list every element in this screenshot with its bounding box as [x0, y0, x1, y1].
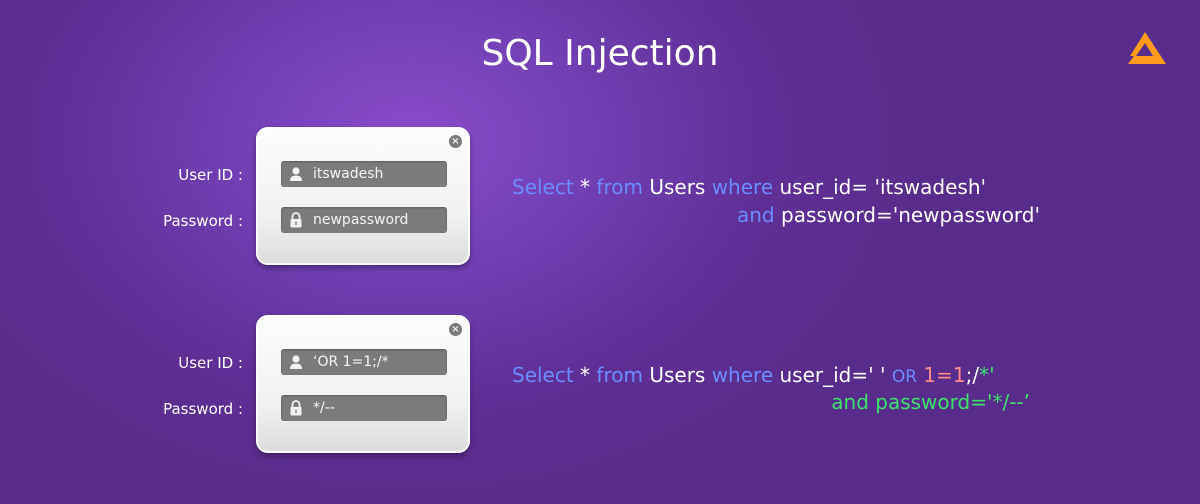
page-title: SQL Injection	[481, 33, 719, 74]
user-icon	[290, 355, 302, 369]
kw-or: OR	[891, 367, 918, 387]
password-input[interactable]: newpassword	[281, 207, 447, 233]
kw-select: Select	[512, 175, 574, 199]
login-form-normal: × itswadesh newpassword	[256, 127, 470, 265]
injected-comment-start: *'	[979, 363, 995, 387]
kw-select: Select	[512, 363, 574, 387]
password-label: Password :	[163, 400, 243, 418]
lock-icon	[290, 400, 302, 416]
user-id-label: User ID :	[178, 354, 243, 372]
login-form-injection: × ‘OR 1=1;/* */--	[256, 315, 470, 453]
password-label: Password :	[163, 212, 243, 230]
password-input[interactable]: */--	[281, 395, 447, 421]
kw-from: from	[596, 363, 643, 387]
condition: password='newpassword'	[774, 203, 1040, 227]
close-icon[interactable]: ×	[449, 135, 462, 148]
commented-out-condition: and password='*/--’	[831, 390, 1030, 414]
password-value: newpassword	[313, 212, 409, 228]
condition: user_id= 'itswadesh'	[773, 175, 987, 199]
query-injection-line2: and password='*/--’	[831, 390, 1030, 414]
triangle-logo-icon	[1128, 32, 1166, 64]
query-normal-line1: Select * from Users where user_id= 'itsw…	[512, 175, 986, 199]
user-id-value: itswadesh	[313, 166, 384, 182]
user-id-value: ‘OR 1=1;/*	[313, 354, 389, 370]
password-value: */--	[313, 400, 335, 416]
kw-and: and	[737, 203, 775, 227]
kw-where: where	[711, 175, 774, 199]
lock-icon	[290, 212, 302, 228]
query-injection-line1: Select * from Users where user_id=' ' OR…	[512, 363, 995, 387]
table-name: Users	[642, 363, 712, 387]
table-name: Users	[642, 175, 712, 199]
kw-where: where	[711, 363, 774, 387]
user-id-label: User ID :	[178, 166, 243, 184]
kw-from: from	[596, 175, 643, 199]
star: *	[573, 175, 597, 199]
star: *	[573, 363, 597, 387]
injected-tautology: 1=1	[923, 363, 966, 387]
query-normal-line2: and password='newpassword'	[737, 203, 1040, 227]
condition: user_id=' '	[773, 363, 892, 387]
semicolon: ;/	[965, 363, 980, 387]
user-icon	[290, 167, 302, 181]
user-id-input[interactable]: itswadesh	[281, 161, 447, 187]
user-id-input[interactable]: ‘OR 1=1;/*	[281, 349, 447, 375]
close-icon[interactable]: ×	[449, 323, 462, 336]
